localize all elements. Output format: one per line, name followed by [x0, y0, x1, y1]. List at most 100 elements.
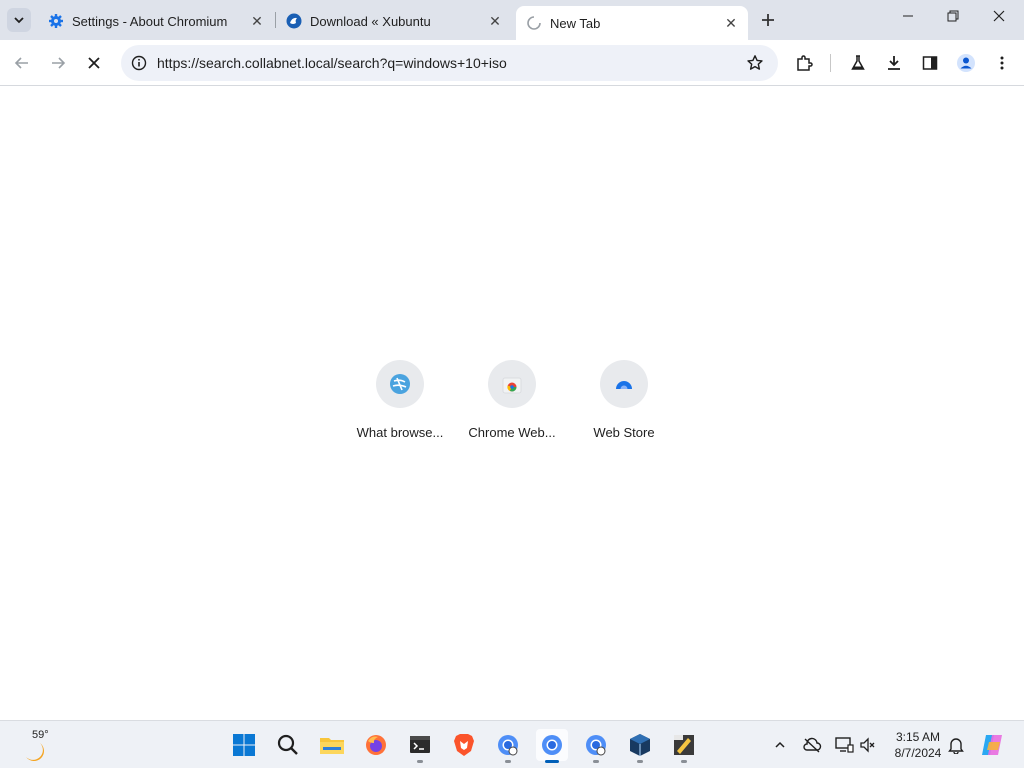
taskbar-search-button[interactable]	[272, 729, 304, 761]
shortcut-label: Chrome Web...	[468, 425, 556, 440]
taskbar-chromium-1[interactable]	[492, 729, 524, 763]
close-icon	[993, 10, 1005, 22]
toolbar-divider	[830, 54, 831, 72]
avatar-icon	[957, 54, 975, 72]
close-icon[interactable]: ✕	[486, 12, 504, 30]
xubuntu-icon	[286, 13, 302, 29]
bell-icon	[948, 738, 964, 754]
notepad-icon	[674, 735, 694, 755]
shortcut-tile[interactable]: Web Store	[568, 360, 680, 440]
new-tab-button[interactable]	[756, 8, 780, 32]
search-icon	[277, 734, 298, 755]
loading-spinner-icon	[526, 15, 542, 31]
browser-toolbar: https://search.collabnet.local/search?q=…	[0, 40, 1024, 86]
notifications-button[interactable]	[946, 735, 966, 755]
downloads-button[interactable]	[880, 49, 908, 77]
shortcut-tile[interactable]: What browse...	[344, 360, 456, 440]
chevron-up-icon	[775, 741, 785, 748]
shortcut-icon-circle	[376, 360, 424, 408]
web-store-icon	[616, 381, 632, 389]
bookmark-star-icon[interactable]	[744, 52, 766, 74]
taskbar-app-notes[interactable]	[668, 729, 700, 763]
puzzle-icon	[797, 55, 813, 71]
arrow-right-icon	[52, 57, 66, 69]
tab-title: New Tab	[550, 15, 601, 31]
minimize-icon	[903, 15, 913, 17]
copilot-button[interactable]	[980, 732, 1006, 758]
taskbar-brave[interactable]	[448, 729, 480, 761]
active-indicator	[545, 760, 559, 763]
windows-logo-icon	[233, 734, 255, 756]
chromium-icon	[542, 735, 562, 755]
clock-date: 8/7/2024	[894, 746, 942, 760]
taskbar-firefox[interactable]	[360, 729, 392, 761]
volume-tray[interactable]	[858, 735, 878, 755]
restore-icon	[947, 10, 959, 22]
taskbar-virtualbox[interactable]	[624, 729, 656, 763]
shortcut-icon-circle	[488, 360, 536, 408]
tab-settings[interactable]: Settings - About Chromium ✕	[38, 6, 274, 36]
taskbar-chromium-3[interactable]	[580, 729, 612, 763]
taskbar-chromium-2[interactable]	[536, 729, 568, 763]
taskbar: 59° 3:15 AM 8/7/2024	[0, 720, 1024, 768]
plus-icon	[762, 14, 774, 26]
copilot-icon	[982, 735, 1002, 755]
clock-time: 3:15 AM	[895, 730, 941, 744]
running-indicator	[505, 760, 511, 763]
tab-new-tab[interactable]: New Tab ✕	[516, 6, 748, 40]
extensions-button[interactable]	[790, 49, 818, 77]
site-info-icon[interactable]	[129, 53, 149, 73]
weather-temp: 59°	[32, 729, 49, 741]
profile-button[interactable]	[952, 49, 980, 77]
running-indicator	[637, 760, 643, 763]
running-indicator	[417, 760, 423, 763]
tab-title: Settings - About Chromium	[72, 13, 228, 29]
monitor-icon	[835, 737, 854, 753]
tab-strip: Settings - About Chromium ✕ Download « X…	[0, 0, 1024, 40]
labs-button[interactable]	[844, 49, 872, 77]
tab-xubuntu[interactable]: Download « Xubuntu ✕	[276, 6, 512, 36]
terminal-icon	[410, 736, 430, 753]
close-icon	[88, 57, 100, 69]
taskbar-terminal[interactable]	[404, 729, 436, 763]
stop-loading-button[interactable]	[80, 49, 108, 77]
shortcut-label: Web Store	[593, 425, 655, 440]
weather-widget[interactable]: 59°	[18, 727, 62, 763]
flask-icon	[851, 55, 865, 70]
taskbar-clock[interactable]: 3:15 AM 8/7/2024	[888, 729, 948, 761]
download-icon	[888, 56, 900, 70]
restore-button[interactable]	[930, 0, 976, 32]
forward-button[interactable]	[44, 49, 72, 77]
firefox-icon	[366, 735, 386, 755]
tray-overflow-button[interactable]	[770, 735, 790, 755]
tab-search-button[interactable]	[7, 8, 31, 32]
menu-button[interactable]	[988, 49, 1016, 77]
network-tray[interactable]	[834, 735, 854, 755]
onedrive-tray[interactable]	[802, 735, 822, 755]
taskbar-file-explorer[interactable]	[316, 729, 348, 761]
brave-icon	[454, 734, 474, 756]
virtualbox-icon	[630, 734, 650, 756]
minimize-button[interactable]	[885, 0, 931, 32]
globe-icon	[390, 374, 410, 394]
running-indicator	[681, 760, 687, 763]
close-icon[interactable]: ✕	[722, 14, 740, 32]
folder-icon	[320, 738, 344, 754]
chrome-web-store-icon	[502, 377, 522, 394]
start-button[interactable]	[228, 729, 260, 761]
window-close-button[interactable]	[976, 0, 1022, 32]
running-indicator	[593, 760, 599, 763]
back-button[interactable]	[8, 49, 36, 77]
url-text[interactable]: https://search.collabnet.local/search?q=…	[157, 55, 507, 71]
arrow-left-icon	[14, 57, 28, 69]
shortcut-tile[interactable]: Chrome Web...	[456, 360, 568, 440]
chromium-icon	[586, 735, 606, 756]
close-icon[interactable]: ✕	[248, 12, 266, 30]
side-panel-button[interactable]	[916, 49, 944, 77]
address-bar[interactable]: https://search.collabnet.local/search?q=…	[121, 45, 778, 81]
side-panel-icon	[922, 56, 938, 70]
shortcut-icon-circle	[600, 360, 648, 408]
speaker-muted-icon	[860, 737, 875, 753]
shortcut-label: What browse...	[356, 425, 444, 440]
chevron-down-icon	[14, 17, 24, 24]
